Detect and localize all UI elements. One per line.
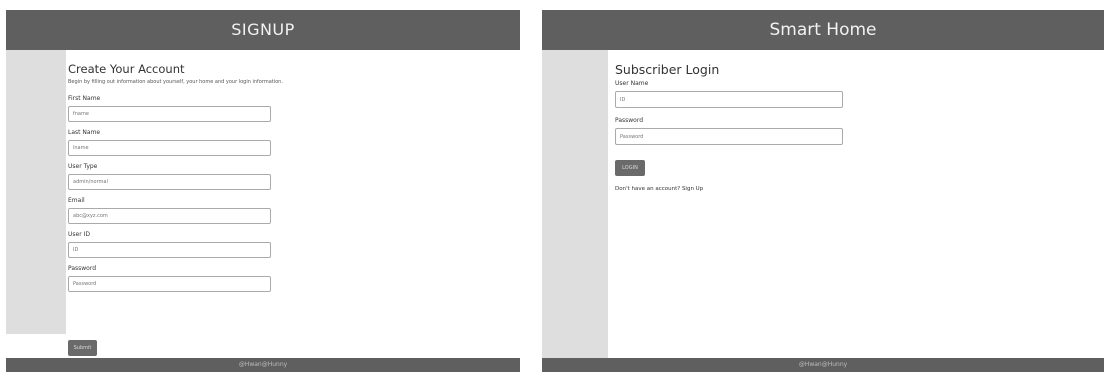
login-form: Subscriber Login User Name Password LOGI… bbox=[615, 62, 1095, 192]
user-type-input[interactable] bbox=[68, 174, 271, 190]
login-button[interactable]: LOGIN bbox=[615, 160, 645, 176]
email-label: Email bbox=[68, 197, 85, 204]
last-name-input[interactable] bbox=[68, 140, 271, 156]
signup-footer: @Hwan@Hunny bbox=[6, 358, 520, 372]
login-password-input[interactable] bbox=[615, 128, 843, 145]
login-form-title: Subscriber Login bbox=[615, 62, 720, 77]
signup-form-title: Create Your Account bbox=[68, 62, 185, 76]
no-account-line: Don't have an account? Sign Up bbox=[615, 186, 1095, 192]
user-name-label: User Name bbox=[615, 80, 649, 87]
signup-page: SIGNUP Create Your Account Begin by fill… bbox=[6, 10, 520, 372]
signup-header: SIGNUP bbox=[6, 10, 520, 50]
email-input[interactable] bbox=[68, 208, 271, 224]
signup-intro-text: Begin by filling out information about y… bbox=[68, 79, 283, 85]
signup-sidebar bbox=[6, 50, 66, 334]
login-sidebar bbox=[542, 50, 608, 364]
password-input[interactable] bbox=[68, 276, 271, 292]
first-name-label: First Name bbox=[68, 95, 101, 102]
no-account-text: Don't have an account? bbox=[615, 186, 681, 192]
login-password-label: Password bbox=[615, 117, 644, 124]
signup-form: Create Your Account Begin by filling out… bbox=[68, 62, 508, 299]
signup-header-title: SIGNUP bbox=[231, 20, 295, 39]
password-label: Password bbox=[68, 265, 97, 272]
login-footer: @Hwan@Hunny bbox=[542, 358, 1104, 372]
login-page: Smart Home Subscriber Login User Name Pa… bbox=[542, 10, 1104, 372]
last-name-label: Last Name bbox=[68, 129, 101, 136]
user-id-input[interactable] bbox=[68, 242, 271, 258]
user-name-input[interactable] bbox=[615, 91, 843, 108]
first-name-input[interactable] bbox=[68, 106, 271, 122]
user-type-label: User Type bbox=[68, 163, 98, 170]
login-header-title: Smart Home bbox=[769, 20, 877, 40]
login-footer-text: @Hwan@Hunny bbox=[798, 361, 848, 368]
login-header: Smart Home bbox=[542, 10, 1104, 50]
signup-link[interactable]: Sign Up bbox=[682, 186, 703, 192]
signup-footer-text: @Hwan@Hunny bbox=[238, 361, 288, 368]
submit-button[interactable]: Submit bbox=[68, 340, 97, 356]
user-id-label: User ID bbox=[68, 231, 90, 238]
